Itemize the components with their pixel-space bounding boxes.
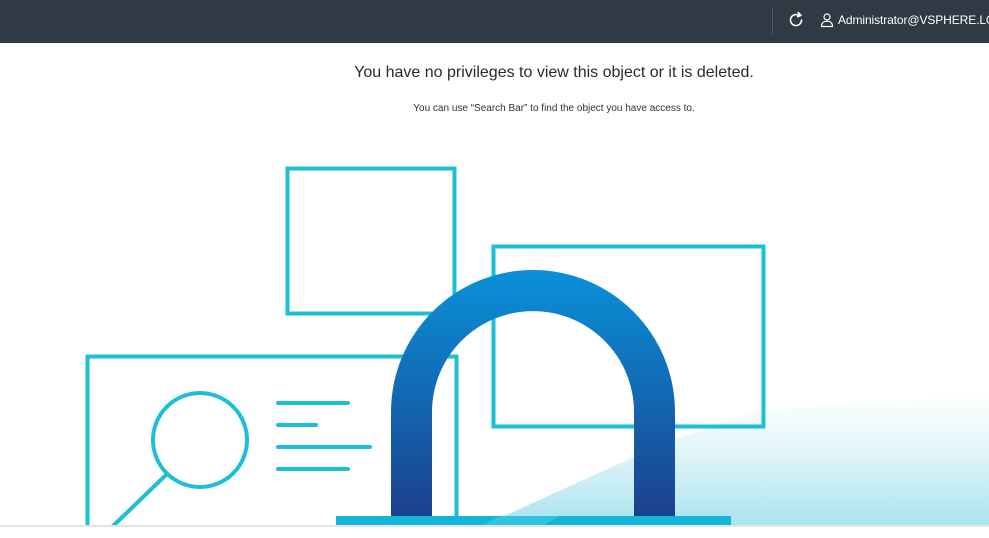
refresh-button[interactable] — [784, 8, 808, 32]
user-icon — [819, 12, 835, 28]
floor-shade — [480, 395, 989, 527]
text-lines — [276, 401, 372, 471]
header-divider — [772, 8, 773, 35]
magnifier-icon — [110, 391, 249, 527]
refresh-icon — [789, 11, 803, 27]
user-name: Administrator@VSPHERE.LOCA — [838, 13, 989, 27]
bottom-divider — [0, 525, 989, 527]
window-top — [285, 166, 457, 316]
main-content: You have no privileges to view this obje… — [0, 43, 989, 527]
user-menu[interactable]: Administrator@VSPHERE.LOCA — [819, 9, 989, 31]
top-header-bar: Administrator@VSPHERE.LOCA — [0, 0, 989, 43]
locked-object-illustration — [85, 166, 989, 527]
